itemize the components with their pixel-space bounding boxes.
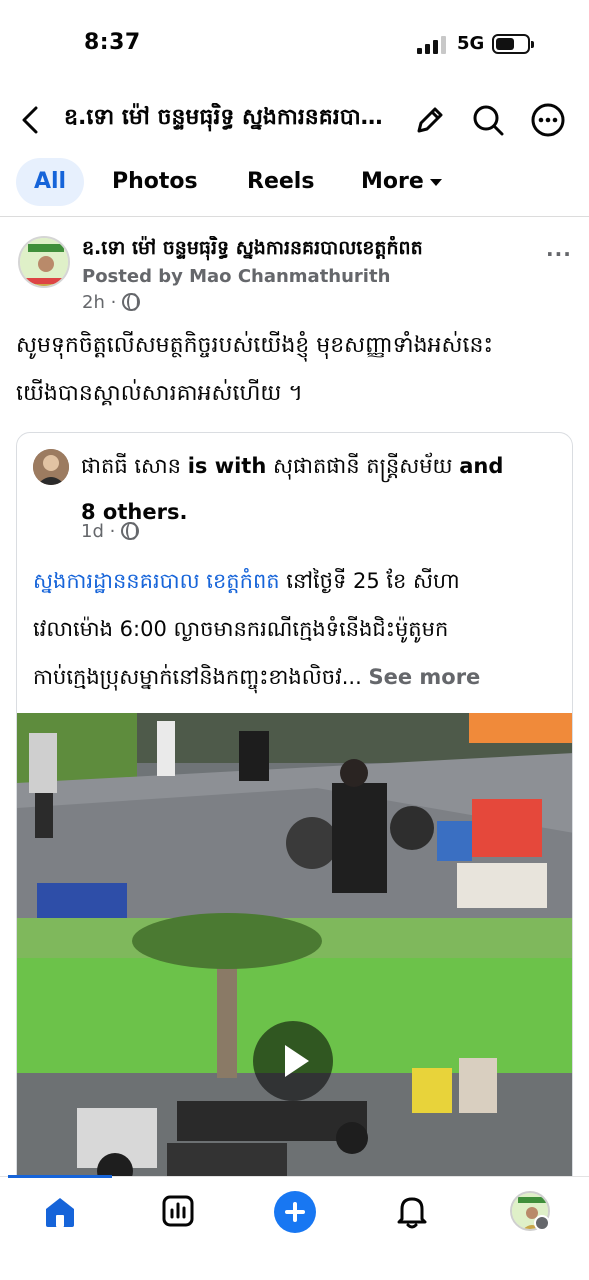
shared-post-meta: 1d · (81, 521, 140, 542)
page-mention-link[interactable]: ស្នងការដ្ឋាននគរបាល ខេត្តកំពត (33, 569, 280, 593)
tab-all[interactable]: All (16, 158, 84, 206)
battery-icon (492, 34, 534, 54)
pencil-icon[interactable] (410, 100, 450, 140)
play-icon[interactable] (253, 1021, 333, 1101)
globe-icon (122, 293, 141, 311)
post-time: 2h (82, 292, 105, 313)
dashboard-icon[interactable] (158, 1191, 198, 1231)
with-label: is with (187, 454, 267, 478)
post-options-icon[interactable]: ··· (546, 242, 572, 266)
shared-author-avatar[interactable] (33, 449, 69, 485)
home-icon[interactable] (40, 1191, 80, 1231)
network-label: 5G (457, 33, 485, 54)
and-label: and (459, 454, 504, 478)
page-tabs: All Photos Reels More (0, 158, 589, 208)
status-time: 8:37 (84, 30, 141, 55)
shared-text-line: កាប់ក្មេងប្រុសម្នាក់នៅនិងកញ្ចុះខាងលិចវ..… (33, 665, 362, 689)
more-horizontal-circle-icon[interactable] (528, 100, 568, 140)
active-tab-indicator (8, 1175, 112, 1178)
chevron-left-icon[interactable] (14, 100, 50, 140)
globe-icon (121, 522, 140, 540)
shared-post-header: ផាតធី សោន is with សុផាតផានី តន្ត្រីសម័យ … (81, 443, 561, 535)
bottom-nav (0, 1175, 589, 1280)
shared-post-text: ស្នងការដ្ឋាននគរបាល ខេត្តកំពត នៅថ្ងៃទី 25… (33, 557, 563, 701)
status-bar: 8:37 5G (0, 0, 589, 88)
create-icon[interactable] (274, 1191, 316, 1233)
page-avatar[interactable] (18, 236, 70, 288)
post-byline: Posted by Mao Chanmathurith (82, 266, 391, 287)
divider (0, 216, 589, 217)
shared-post-card[interactable]: ផាតធី សោន is with សុផាតផានី តន្ត្រីសម័យ … (16, 432, 573, 1192)
tab-photos[interactable]: Photos (112, 158, 198, 206)
post-text-line: សូមទុកចិត្តលើសមត្ថកិច្ចរបស់យើងខ្ញុំ មុខស… (16, 333, 494, 358)
tab-more[interactable]: More (361, 158, 442, 206)
shared-text-line: វេលាម៉ោង 6:00 ល្ងាចមានករណីក្មេងទំនើងជិះម… (33, 617, 449, 641)
post-text-line: យើងបានស្គាល់សារគាអស់ហើយ ។ (16, 381, 303, 406)
menu-badge-icon (534, 1215, 550, 1231)
shared-post-time: 1d (81, 521, 104, 542)
tagged-person[interactable]: សុផាតផានី តន្ត្រីសម័យ (273, 454, 453, 478)
caret-down-icon (429, 178, 442, 186)
post-text: សូមទុកចិត្តលើសមត្ថកិច្ចរបស់យើងខ្ញុំ មុខស… (16, 322, 576, 418)
tab-more-label: More (361, 169, 424, 194)
search-icon[interactable] (468, 100, 508, 140)
notifications-icon[interactable] (392, 1191, 432, 1231)
post-meta: 2h · (82, 292, 141, 313)
shared-text-rest: នៅថ្ងៃទី 25 ខែ សីហា (279, 569, 460, 593)
video-media[interactable] (17, 713, 572, 1191)
top-nav: ឧ.ទោ ម៉ៅ ចន្ទមធុរិទ្ធ ស្នងការនគរបាលខេត្ត… (0, 92, 589, 148)
video-frames (17, 713, 572, 1191)
battery-fill (496, 38, 514, 50)
tab-reels[interactable]: Reels (247, 158, 314, 206)
see-more-link[interactable]: See more (368, 665, 480, 689)
post-author-name[interactable]: ឧ.ទោ ម៉ៅ ចន្ទមធុរិទ្ធ ស្នងការនគរបាលខេត្ត… (82, 236, 532, 264)
page-title: ឧ.ទោ ម៉ៅ ចន្ទមធុរិទ្ធ ស្នងការនគរបាលខេត្ត… (64, 105, 394, 130)
signal-strength-icon (417, 36, 447, 54)
shared-author-name[interactable]: ផាតធី សោន (81, 454, 181, 478)
